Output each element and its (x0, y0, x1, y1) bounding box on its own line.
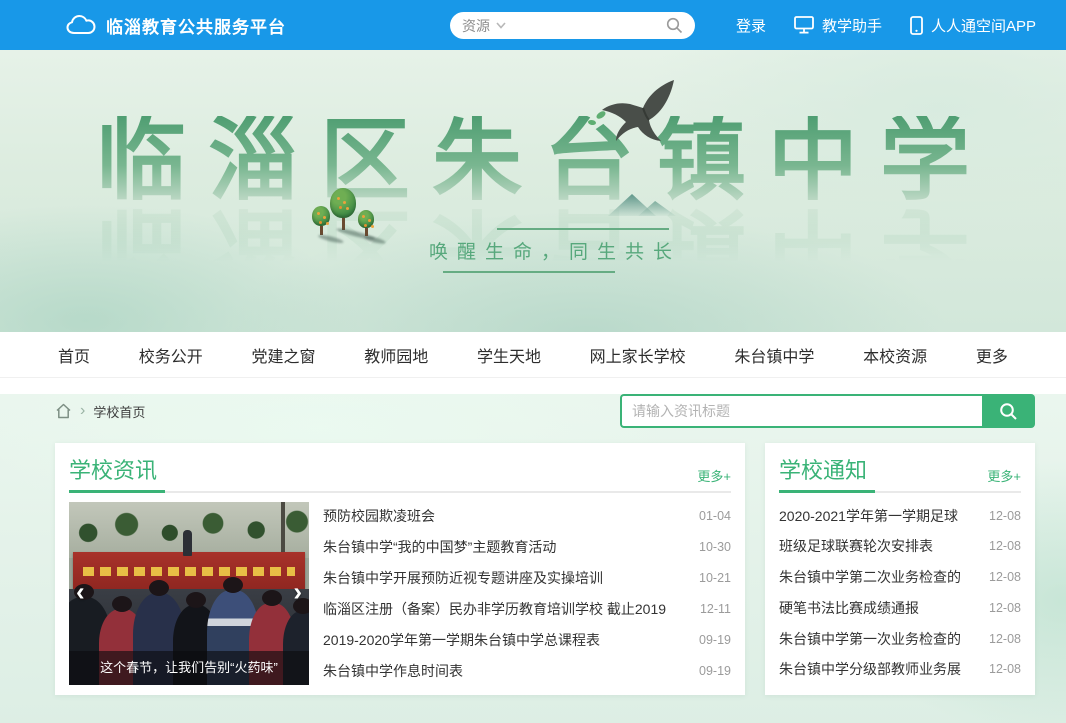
brand: 临淄教育公共服务平台 (66, 0, 286, 50)
notices-panel-title: 学校通知 (779, 453, 867, 485)
tree-decoration (312, 206, 330, 240)
photo-speaker-figure (183, 530, 192, 556)
tree-decoration (358, 210, 374, 241)
nav-item[interactable]: 首页 (58, 343, 90, 367)
topbar-actions: 登录 教学助手 人人通空间APP (736, 0, 1036, 50)
platform-title: 临淄教育公共服务平台 (106, 13, 286, 38)
news-list-item[interactable]: 2019-2020学年第一学期朱台镇中学总课程表 09-19 (323, 628, 731, 653)
nav-item[interactable]: 校务公开 (139, 343, 203, 367)
notice-list-item[interactable]: 班级足球联赛轮次安排表 12-08 (779, 534, 1021, 559)
carousel-caption[interactable]: 这个春节，让我们告别“火药味” (69, 651, 309, 685)
school-name-title: 临淄区朱台镇中学 (0, 116, 1066, 206)
home-icon[interactable] (55, 403, 72, 419)
mountain-decoration (608, 192, 678, 216)
notices-more-link[interactable]: 更多+ (987, 466, 1021, 485)
swallow-icon (600, 78, 678, 142)
nav-item[interactable]: 朱台镇中学 (734, 343, 814, 367)
nav-item[interactable]: 更多 (976, 343, 1008, 367)
nav-item[interactable]: 本校资源 (863, 343, 927, 367)
breadcrumb: › 学校首页 (55, 402, 145, 421)
news-list-item[interactable]: 临淄区注册（备案）民办非学历教育培训学校 截止2019 12-11 (323, 597, 731, 622)
news-search (620, 394, 1035, 428)
nav-item[interactable]: 党建之窗 (251, 343, 315, 367)
main-nav: 首页 校务公开 党建之窗 教师园地 学生天地 网上家长学校 朱台镇中学 本校资源… (0, 332, 1066, 378)
renrentong-app-label: 人人通空间APP (931, 15, 1036, 36)
news-list-item[interactable]: 朱台镇中学开展预防近视专题讲座及实操培训 10-21 (323, 565, 731, 590)
carousel-next-button[interactable]: › (293, 578, 302, 604)
photo-red-banner (73, 552, 305, 592)
topbar: 临淄教育公共服务平台 资源 登录 教学助手 (0, 0, 1066, 50)
monitor-icon (794, 16, 814, 34)
chevron-down-icon[interactable] (496, 22, 506, 29)
topbar-search[interactable]: 资源 (450, 12, 695, 39)
breadcrumb-chevron-icon: › (80, 403, 85, 419)
notice-list-item[interactable]: 2020-2021学年第一学期足球 12-08 (779, 503, 1021, 528)
news-panel-title: 学校资讯 (69, 453, 157, 485)
school-news-panel: 学校资讯 更多+ (55, 443, 745, 695)
notices-list: 2020-2021学年第一学期足球 12-08 班级足球联赛轮次安排表 12-0… (779, 502, 1021, 683)
carousel-prev-button[interactable]: ‹ (76, 578, 85, 604)
photo-pole (281, 502, 285, 554)
tree-decoration (330, 188, 356, 235)
notice-list-item[interactable]: 硬笔书法比赛成绩通报 12-08 (779, 595, 1021, 620)
teaching-assistant-label: 教学助手 (822, 15, 882, 36)
news-more-link[interactable]: 更多+ (697, 466, 731, 485)
search-scope-label[interactable]: 资源 (462, 16, 490, 36)
news-search-button[interactable] (982, 394, 1035, 428)
divider (779, 491, 1021, 493)
slogan-line (497, 228, 669, 230)
cloud-logo-icon (66, 14, 96, 36)
slogan-line (443, 271, 615, 273)
news-list: 预防校园欺凌班会 01-04 朱台镇中学“我的中国梦”主题教育活动 10-30 … (323, 502, 731, 685)
content-area: › 学校首页 学校资讯 更多+ (0, 394, 1066, 723)
breadcrumb-current[interactable]: 学校首页 (93, 402, 145, 421)
news-carousel-photo[interactable]: 这个春节，让我们告别“火药味” ‹ › (69, 502, 309, 685)
divider (69, 491, 731, 493)
school-notices-panel: 学校通知 更多+ 2020-2021学年第一学期足球 12-08 班级足球联赛轮… (765, 443, 1035, 695)
nav-item[interactable]: 网上家长学校 (590, 343, 686, 367)
news-list-item[interactable]: 预防校园欺凌班会 01-04 (323, 503, 731, 528)
school-banner: 临淄区朱台镇中学 临淄区朱台镇中学 唤醒生命，同生共长 (0, 50, 1066, 332)
notice-list-item[interactable]: 朱台镇中学第二次业务检查的 12-08 (779, 565, 1021, 590)
search-icon[interactable] (666, 17, 683, 34)
slogan-text: 唤醒生命，同生共长 (385, 237, 725, 264)
teaching-assistant-link[interactable]: 教学助手 (794, 15, 882, 36)
renrentong-app-link[interactable]: 人人通空间APP (910, 15, 1036, 36)
nav-item[interactable]: 教师园地 (364, 343, 428, 367)
login-link[interactable]: 登录 (736, 15, 766, 36)
news-list-item[interactable]: 朱台镇中学作息时间表 09-19 (323, 659, 731, 684)
news-list-item[interactable]: 朱台镇中学“我的中国梦”主题教育活动 10-30 (323, 534, 731, 559)
notice-list-item[interactable]: 朱台镇中学第一次业务检查的 12-08 (779, 626, 1021, 651)
news-search-input[interactable] (620, 394, 982, 428)
notice-list-item[interactable]: 朱台镇中学分级部教师业务展 12-08 (779, 657, 1021, 682)
phone-icon (910, 16, 923, 35)
banner-slogan: 唤醒生命，同生共长 (385, 228, 725, 273)
nav-item[interactable]: 学生天地 (477, 343, 541, 367)
